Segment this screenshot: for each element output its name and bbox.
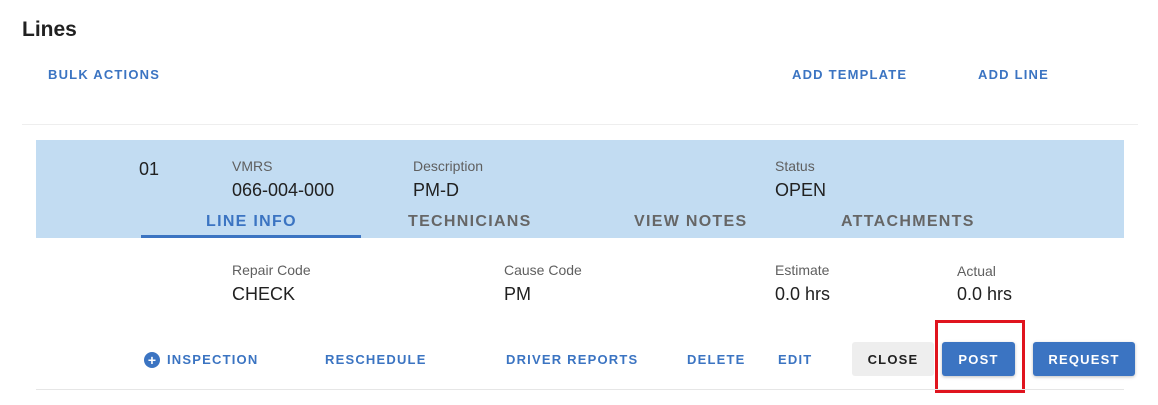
cause-code-label: Cause Code [504,262,582,278]
toolbar-divider [22,124,1138,125]
vmrs-label: VMRS [232,158,273,174]
tab-attachments[interactable]: ATTACHMENTS [841,213,975,231]
section-title: Lines [22,18,77,41]
driver-reports-button[interactable]: DRIVER REPORTS [506,352,638,367]
description-label: Description [413,158,484,174]
tab-view-notes[interactable]: VIEW NOTES [634,213,747,231]
actual-value: 0.0 hrs [957,284,1013,304]
repair-code-label: Repair Code [232,262,311,278]
estimate-label: Estimate [775,262,830,278]
edit-button[interactable]: EDIT [778,352,812,367]
post-highlight-annotation [935,320,1025,393]
close-button[interactable]: CLOSE [852,342,934,376]
reschedule-button[interactable]: RESCHEDULE [325,352,427,367]
cause-code-value: PM [504,284,531,304]
active-tab-indicator [141,235,361,238]
estimate-value: 0.0 hrs [775,284,831,304]
description-value: PM-D [413,180,459,200]
line-divider [36,389,1124,390]
add-template-button[interactable]: ADD TEMPLATE [792,67,907,82]
vmrs-value: 066-004-000 [232,180,335,200]
bulk-actions-button[interactable]: BULK ACTIONS [48,67,160,82]
request-button[interactable]: REQUEST [1033,342,1135,376]
lines-panel: Lines BULK ACTIONS ADD TEMPLATE ADD LINE… [0,0,1158,405]
delete-button[interactable]: DELETE [687,352,745,367]
plus-circle-icon[interactable]: + [144,352,160,368]
add-line-button[interactable]: ADD LINE [978,67,1049,82]
tab-line-info[interactable]: LINE INFO [206,213,297,231]
line-number: 01 [139,159,160,179]
actual-label: Actual [957,263,996,279]
repair-code-value: CHECK [232,284,296,304]
tab-technicians[interactable]: TECHNICIANS [408,213,532,231]
inspection-button[interactable]: INSPECTION [167,352,258,367]
status-label: Status [775,158,815,174]
status-value: OPEN [775,180,827,200]
